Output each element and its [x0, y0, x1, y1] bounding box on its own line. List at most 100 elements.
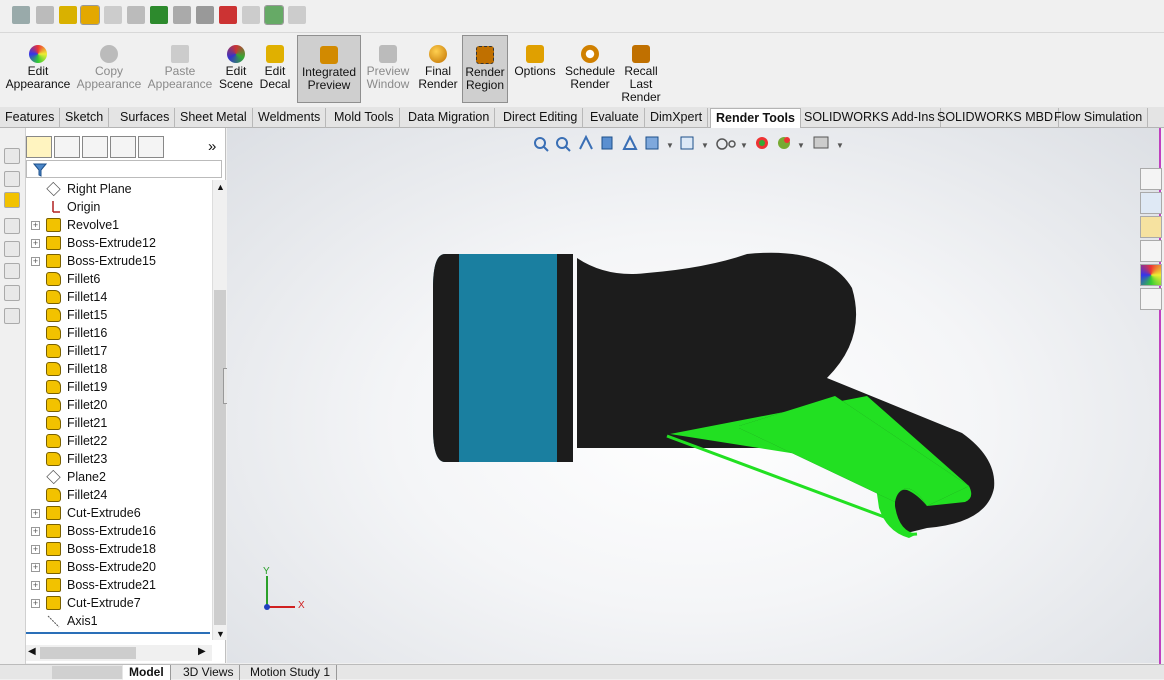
display-manager-tab[interactable] [138, 136, 164, 158]
copy-appearance-button[interactable]: Copy Appearance [76, 35, 142, 103]
tab-sheet-metal[interactable]: Sheet Metal [175, 108, 253, 128]
expand-toggle-icon[interactable]: + [31, 527, 40, 536]
tree-item[interactable]: Axis1 [26, 612, 212, 630]
tree-item[interactable]: Fillet23 [26, 450, 212, 468]
dimxpert-manager-tab[interactable] [110, 136, 136, 158]
expand-toggle-icon[interactable]: + [31, 239, 40, 248]
tree-item[interactable]: Fillet18 [26, 360, 212, 378]
schedule-render-button[interactable]: Schedule Render [562, 35, 618, 103]
rollback-bar[interactable] [26, 632, 210, 634]
tab-mold-tools[interactable]: Mold Tools [329, 108, 400, 128]
expand-toggle-icon[interactable]: + [31, 221, 40, 230]
expand-toggle-icon[interactable]: + [31, 257, 40, 266]
mirror-icon[interactable] [4, 241, 20, 257]
file-explorer-icon[interactable] [1140, 216, 1162, 238]
tab-direct-editing[interactable]: Direct Editing [498, 108, 584, 128]
options-button[interactable]: Options [512, 35, 558, 103]
grid-icon[interactable] [242, 6, 260, 24]
tree-item[interactable]: Fillet17 [26, 342, 212, 360]
sketch-edit-icon[interactable] [4, 218, 20, 234]
tree-item[interactable]: Fillet21 [26, 414, 212, 432]
feature-tree-vertical-scrollbar[interactable]: ▲ ▼ [212, 180, 226, 640]
tree-item[interactable]: Fillet16 [26, 324, 212, 342]
expand-toggle-icon[interactable]: + [31, 509, 40, 518]
tab-nav-arrows[interactable] [52, 666, 122, 679]
planes-icon[interactable] [173, 6, 191, 24]
link-icon[interactable] [127, 6, 145, 24]
tree-item[interactable]: + Boss-Extrude15 [26, 252, 212, 270]
lines-icon[interactable] [36, 6, 54, 24]
tree-item[interactable]: + Boss-Extrude12 [26, 234, 212, 252]
integrated-preview-button[interactable]: Integrated Preview [297, 35, 361, 103]
graphics-viewport[interactable]: ▼ ▼ ▼ ▼ ▼ Y X [227, 128, 1161, 663]
tab-features[interactable]: Features [0, 108, 61, 128]
appearances-scenes-icon[interactable] [1140, 264, 1162, 286]
recall-last-render-button[interactable]: Recall Last Render [620, 35, 662, 104]
pattern-icon[interactable] [4, 285, 20, 301]
scroll-right-icon[interactable]: ▶ [198, 646, 206, 657]
tree-item[interactable]: + Boss-Extrude20 [26, 558, 212, 576]
tree-item[interactable]: Fillet22 [26, 432, 212, 450]
sketch-tool-icon[interactable] [4, 148, 20, 164]
rebuild-icon[interactable] [288, 6, 306, 24]
origins-icon[interactable] [59, 6, 77, 24]
custom-properties-icon[interactable] [1140, 288, 1162, 310]
render-region-button[interactable]: Render Region [462, 35, 508, 103]
bolt-icon[interactable] [196, 6, 214, 24]
tree-item[interactable]: + Boss-Extrude16 [26, 522, 212, 540]
tab-motion-study-1[interactable]: Motion Study 1 [244, 665, 338, 680]
tab-data-migration[interactable]: Data Migration [403, 108, 496, 128]
feature-tree-tab[interactable] [26, 136, 52, 158]
model-render[interactable] [227, 128, 1161, 663]
scrollbar-thumb[interactable] [214, 290, 226, 625]
axes-icon[interactable] [150, 6, 168, 24]
layers-icon[interactable] [4, 263, 20, 279]
tab-weldments[interactable]: Weldments [253, 108, 327, 128]
property-manager-tab[interactable] [54, 136, 80, 158]
tree-item[interactable]: + Boss-Extrude18 [26, 540, 212, 558]
tree-item[interactable]: Fillet20 [26, 396, 212, 414]
configuration-manager-tab[interactable] [82, 136, 108, 158]
solidworks-resources-icon[interactable] [1140, 168, 1162, 190]
tab-sketch[interactable]: Sketch [60, 108, 110, 128]
tree-item[interactable]: + Cut-Extrude6 [26, 504, 212, 522]
feature-tree-filter[interactable] [26, 160, 222, 178]
tab-model[interactable]: Model [123, 665, 171, 680]
scroll-down-icon[interactable]: ▼ [216, 629, 225, 639]
tree-item[interactable]: + Cut-Extrude7 [26, 594, 212, 612]
sketch-relations-icon[interactable] [104, 6, 122, 24]
smart-dimension-icon[interactable] [4, 171, 20, 187]
view-palette-icon[interactable] [1140, 240, 1162, 262]
tab-solidworks-mbd[interactable]: SOLIDWORKS MBD [932, 108, 1059, 128]
scroll-up-icon[interactable]: ▲ [216, 182, 225, 192]
more-tabs-chevron-icon[interactable]: » [208, 138, 216, 155]
preview-window-button[interactable]: Preview Window [364, 35, 412, 103]
tab-3d-views[interactable]: 3D Views [177, 665, 241, 680]
measure-icon[interactable] [4, 308, 20, 324]
hide-show-icon[interactable] [12, 6, 30, 24]
edit-decal-button[interactable]: Edit Decal [258, 35, 292, 103]
tree-item[interactable]: Fillet15 [26, 306, 212, 324]
appearance-icon[interactable] [80, 5, 100, 25]
extrude-icon[interactable] [4, 192, 20, 208]
tree-item[interactable]: + Revolve1 [26, 216, 212, 234]
tree-item[interactable]: Right Plane [26, 180, 212, 198]
tab-dimxpert[interactable]: DimXpert [645, 108, 709, 128]
expand-toggle-icon[interactable]: + [31, 545, 40, 554]
view-palette-icon[interactable] [264, 5, 284, 25]
scroll-left-icon[interactable]: ◀ [28, 646, 36, 657]
final-render-button[interactable]: Final Render [418, 35, 458, 103]
tree-item[interactable]: + Boss-Extrude21 [26, 576, 212, 594]
tab-render-tools[interactable]: Render Tools [710, 108, 801, 129]
dimension-icon[interactable] [219, 6, 237, 24]
tree-item[interactable]: Plane2 [26, 468, 212, 486]
tree-item[interactable]: Origin [26, 198, 212, 216]
tree-item[interactable]: Fillet14 [26, 288, 212, 306]
tree-item[interactable]: Fillet24 [26, 486, 212, 504]
paste-appearance-button[interactable]: Paste Appearance [146, 35, 214, 103]
tab-solidworks-add-ins[interactable]: SOLIDWORKS Add-Ins [799, 108, 941, 128]
design-library-icon[interactable] [1140, 192, 1162, 214]
tab-flow-simulation[interactable]: Flow Simulation [1049, 108, 1149, 128]
tab-evaluate[interactable]: Evaluate [585, 108, 645, 128]
horizontal-scrollbar-thumb[interactable] [40, 647, 136, 659]
